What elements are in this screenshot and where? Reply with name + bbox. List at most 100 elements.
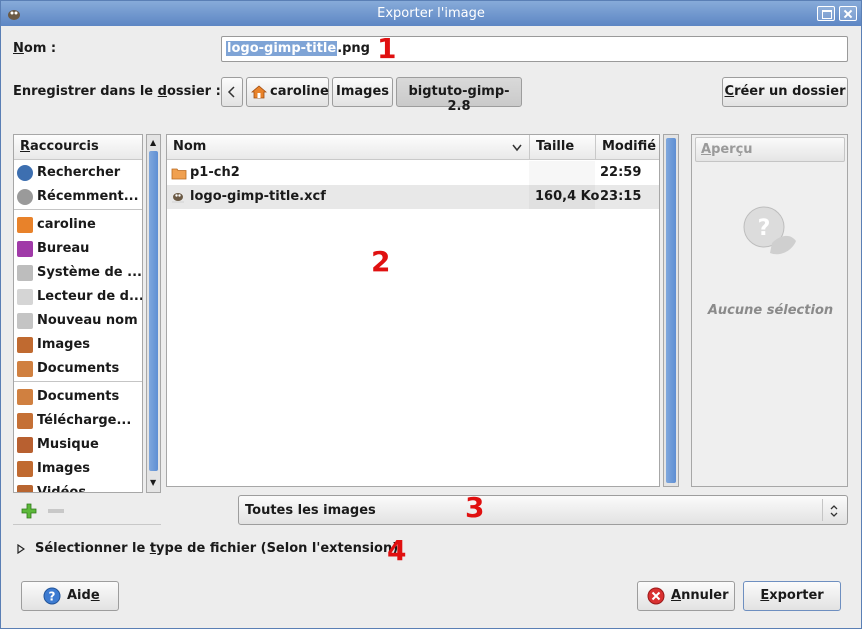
sidebar-item[interactable]: Images — [14, 457, 142, 481]
column-header-modified[interactable]: Modifié — [595, 135, 659, 160]
folder-icon — [171, 168, 187, 180]
sidebar-item-label: Bureau — [37, 241, 90, 256]
scroll-down-icon[interactable]: ▼ — [150, 478, 156, 487]
cancel-button[interactable]: Annuler — [637, 581, 735, 611]
downloads-folder-icon — [17, 413, 33, 429]
sidebar-item[interactable]: Vidéos — [14, 481, 142, 493]
triangle-right-icon — [17, 544, 25, 554]
sidebar-item[interactable]: Récemment... — [14, 185, 142, 209]
sidebar-item-label: Nouveau nom — [37, 313, 138, 328]
shortcuts-toolbar — [13, 497, 161, 525]
recent-clock-icon — [17, 189, 33, 205]
sidebar-separator — [14, 209, 142, 210]
disc-drive-icon — [17, 289, 33, 305]
remove-icon[interactable] — [48, 509, 64, 513]
annotation-1: 1 — [377, 32, 397, 65]
sidebar-item[interactable]: Système de ... — [14, 261, 142, 285]
documents-folder-icon — [17, 389, 33, 405]
sidebar-item[interactable]: Bureau — [14, 237, 142, 261]
updown-arrows-icon — [830, 505, 838, 517]
preview-header[interactable]: Aperçu — [695, 137, 845, 162]
crumb-caroline-label: caroline — [270, 84, 329, 99]
music-folder-icon — [17, 437, 33, 453]
annotation-3: 3 — [465, 491, 485, 524]
sidebar-item[interactable]: caroline — [14, 213, 142, 237]
scroll-up-icon[interactable]: ▲ — [150, 138, 156, 147]
sidebar-item-label: Musique — [37, 437, 99, 452]
annotation-4: 4 — [387, 534, 407, 567]
sidebar-item[interactable]: Documents — [14, 385, 142, 409]
crumb-images[interactable]: Images — [332, 77, 393, 107]
filename-extension: .png — [337, 41, 370, 56]
sidebar-item[interactable]: Rechercher — [14, 161, 142, 185]
cancel-label: Annuler — [671, 588, 729, 603]
folder-label: Enregistrer dans le dossier : — [13, 84, 221, 99]
sidebar-item-label: Lecteur de d... — [37, 289, 143, 304]
name-label: Nom : — [13, 41, 57, 56]
sidebar-item[interactable]: Télécharge... — [14, 409, 142, 433]
export-dialog: Exporter l'image Nom : logo-gimp-title.p… — [0, 0, 862, 629]
sidebar-item[interactable]: Nouveau nom — [14, 309, 142, 333]
annotation-2: 2 — [371, 245, 391, 278]
drive-icon — [17, 313, 33, 329]
filesystem-drive-icon — [17, 265, 33, 281]
file-name: p1-ch2 — [190, 165, 240, 180]
chevron-left-icon — [227, 86, 235, 98]
sidebar-item[interactable]: Documents — [14, 357, 142, 381]
column-name-label: Nom — [173, 139, 207, 154]
window-title: Exporter l'image — [377, 6, 485, 21]
file-filter-value: Toutes les images — [245, 503, 376, 518]
help-icon: ? — [43, 587, 61, 605]
create-folder-button[interactable]: Créer un dossier — [722, 77, 848, 107]
column-header-size[interactable]: Taille — [529, 135, 595, 160]
file-list-scrollbar[interactable] — [663, 134, 679, 487]
no-selection-text: Aucune sélection — [707, 303, 834, 318]
export-button[interactable]: Exporter — [743, 581, 841, 611]
sidebar-item[interactable]: Lecteur de d... — [14, 285, 143, 309]
crumb-caroline[interactable]: caroline — [246, 77, 329, 107]
sidebar-item[interactable]: Images — [14, 333, 142, 357]
sidebar-item-label: Rechercher — [37, 165, 121, 180]
sidebar-separator — [14, 381, 142, 382]
shortcuts-panel: Raccourcis Rechercher Récemment... carolin… — [13, 134, 143, 493]
cancel-icon — [647, 587, 665, 605]
file-modified: 23:15 — [600, 189, 642, 204]
shortcuts-scrollbar[interactable]: ▲ ▼ — [146, 134, 161, 493]
sidebar-item[interactable]: Musique — [14, 433, 142, 457]
file-name: logo-gimp-title.xcf — [190, 189, 326, 204]
preview-panel: Aperçu ? Aucune sélection — [691, 134, 848, 487]
shortcuts-scroll-thumb[interactable] — [149, 151, 158, 471]
help-button[interactable]: ? Aide — [21, 581, 119, 611]
sidebar-item-label: Documents — [37, 361, 120, 376]
desktop-icon — [17, 241, 33, 257]
svg-text:?: ? — [758, 216, 771, 241]
svg-text:?: ? — [49, 590, 56, 604]
sort-chevron-down-icon — [512, 144, 522, 152]
sidebar-item-label: caroline — [37, 217, 96, 232]
add-icon[interactable] — [21, 503, 37, 519]
sidebar-item-label: Télécharge... — [37, 413, 132, 428]
no-preview-icon: ? — [743, 206, 796, 255]
size-column-shade — [529, 161, 595, 209]
filename-selected-text: logo-gimp-title — [226, 41, 338, 56]
filename-input[interactable]: logo-gimp-title.png — [221, 36, 848, 62]
sidebar-item-label: Images — [37, 337, 91, 352]
sidebar-item-label: Vidéos — [37, 485, 87, 493]
help-label: Aide — [67, 588, 100, 603]
home-icon — [17, 217, 33, 233]
documents-folder-icon — [17, 361, 33, 377]
shortcuts-header[interactable]: Raccourcis — [14, 135, 142, 160]
gimp-file-icon — [172, 193, 184, 203]
sidebar-item-label: Images — [37, 461, 91, 476]
close-window-button[interactable] — [839, 6, 857, 21]
file-list-scroll-thumb[interactable] — [666, 138, 676, 483]
file-modified: 22:59 — [600, 165, 642, 180]
maximize-button[interactable] — [817, 6, 835, 21]
sidebar-item-label: Documents — [37, 389, 120, 404]
crumb-back-button[interactable] — [221, 77, 243, 107]
images-folder-icon — [17, 337, 33, 353]
crumb-bigtuto[interactable]: bigtuto-gimp-2.8 — [396, 77, 522, 114]
search-icon — [17, 165, 33, 181]
file-filter-combo[interactable]: Toutes les images — [238, 495, 848, 525]
column-header-name[interactable]: Nom — [167, 135, 529, 160]
